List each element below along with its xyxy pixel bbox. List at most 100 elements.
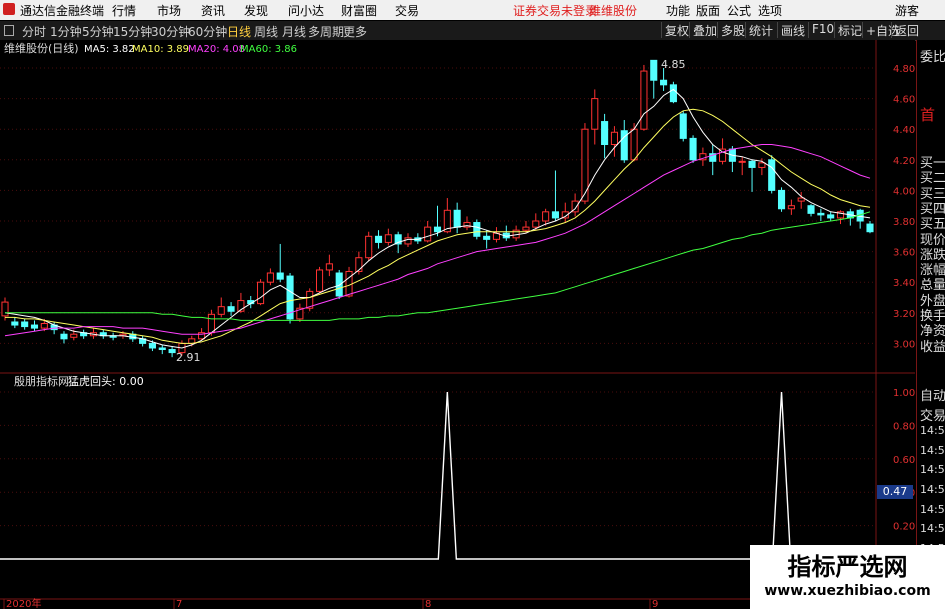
period-tab[interactable]: 多周期 <box>308 23 344 40</box>
candle-body <box>748 160 756 168</box>
candle-body <box>601 121 609 146</box>
side-panel-label: 14:5 <box>920 522 945 536</box>
menu-item[interactable]: 发现 <box>244 2 268 19</box>
title-bar: 通达信金融终端 行情 市场 资讯 发现 问小达 财富圈 交易 证券交易未登录 维维股份 功能… <box>0 0 945 20</box>
login-status[interactable]: 证券交易未登录 <box>513 2 597 19</box>
candle-body <box>453 209 461 228</box>
candle-body <box>768 159 776 191</box>
side-panel-label: 14:5 <box>920 463 945 477</box>
candle-body <box>542 211 550 222</box>
watermark-url: www.xuezhibiao.com <box>764 583 931 599</box>
menu-item[interactable]: 行情 <box>112 2 136 19</box>
period-tab[interactable]: 60分钟 <box>188 23 227 40</box>
candle-body <box>60 333 68 340</box>
candle-body <box>610 131 618 146</box>
date-tick-label: 8 <box>425 599 431 609</box>
candle-body <box>374 235 383 243</box>
watermark-banner: 指标严选网 www.xuezhibiao.com <box>750 545 945 609</box>
price-tick-label: 4.60 <box>893 95 915 106</box>
ma-legend: MA5: 3.82MA10: 3.89MA20: 4.08MA60: 3.86 <box>84 44 297 55</box>
candle-body <box>669 84 677 103</box>
candle-body <box>345 270 353 297</box>
candle-body <box>276 272 284 280</box>
right-menu-item[interactable]: 选项 <box>758 2 782 19</box>
side-panel-label: 14:5 <box>920 483 945 496</box>
toolbar-button[interactable]: 叠加 <box>689 22 720 38</box>
period-tab[interactable]: 15分钟 <box>113 23 152 40</box>
period-tab[interactable]: 日线 <box>227 23 251 40</box>
candle-body <box>473 222 481 237</box>
candle-body <box>866 223 874 233</box>
candle-body <box>424 226 432 242</box>
indicator-tick-label: 0.60 <box>893 455 915 466</box>
candle-body <box>168 349 176 354</box>
period-tab[interactable]: 分时 <box>22 23 46 40</box>
candle-body <box>640 70 648 130</box>
toggle-panel-icon[interactable] <box>4 25 14 36</box>
candle-body <box>827 214 835 219</box>
candle-body <box>738 160 746 163</box>
period-tab[interactable]: 1分钟 <box>50 23 82 40</box>
candle-body <box>522 226 530 231</box>
candle-body <box>40 323 48 329</box>
watermark-title: 指标严选网 <box>787 553 908 581</box>
side-panel-label: 收益 <box>920 339 945 355</box>
toolbar-button[interactable]: 返回 <box>891 22 922 38</box>
price-tick-label: 3.80 <box>893 217 915 228</box>
guest-label[interactable]: 游客 <box>895 2 919 19</box>
indicator-name: 猛虎回头: 0.00 <box>68 375 144 388</box>
ma-legend-item: MA60: 3.86 <box>240 44 297 55</box>
candle-body <box>217 306 225 315</box>
toolbar-button[interactable]: 画线 <box>777 22 808 38</box>
toolbar-button[interactable]: 标记 <box>834 22 865 38</box>
candle-body <box>325 263 333 271</box>
candle-body <box>266 272 274 283</box>
candle-body <box>650 59 658 81</box>
candle-body <box>227 306 235 312</box>
period-tab[interactable]: 更多 <box>343 23 367 40</box>
price-tick-label: 4.00 <box>893 186 915 197</box>
toolbar-button[interactable]: 复权 <box>661 22 692 38</box>
date-tick-label: 2020年 <box>6 597 41 609</box>
indicator-current-value: 0.47 <box>877 485 913 499</box>
right-menu-item[interactable]: 版面 <box>696 2 720 19</box>
date-tick-label: 9 <box>652 599 658 609</box>
candle-body <box>433 226 442 233</box>
stock-name-title[interactable]: 维维股份 <box>589 2 637 19</box>
toolbar-button[interactable]: 多股 <box>717 22 748 38</box>
side-panel-label: 14:5 <box>920 502 945 516</box>
candle-body <box>758 162 766 168</box>
price-tick-label: 3.60 <box>893 248 915 259</box>
menu-item[interactable]: 资讯 <box>201 2 225 19</box>
ma-legend-item: MA5: 3.82 <box>84 44 135 55</box>
candle-body <box>257 281 265 305</box>
period-tab[interactable]: 30分钟 <box>151 23 190 40</box>
side-panel-label: 交易 <box>920 408 945 424</box>
candle-body <box>689 137 697 161</box>
period-toolbar: 分时 1分钟 5分钟 15分钟 30分钟 60分钟 日线 周线 月线 多周期 更多 复权 叠加 多股 统计画… <box>0 21 945 41</box>
price-tick-label: 3.00 <box>893 339 915 350</box>
side-panel-label: 14:5 <box>920 443 945 457</box>
main-chart-header: 维维股份(日线) <box>4 41 79 55</box>
ma-legend-item: MA20: 4.08 <box>188 44 245 55</box>
candle-body <box>148 342 156 349</box>
period-tab[interactable]: 月线 <box>282 23 306 40</box>
candle-body <box>807 205 815 214</box>
right-menu-item[interactable]: 公式 <box>727 2 751 19</box>
candle-body <box>591 98 599 130</box>
candle-body <box>365 235 373 259</box>
right-menu-item[interactable]: 功能 <box>666 2 690 19</box>
side-panel-label: 自动 <box>920 389 945 404</box>
period-tab[interactable]: 周线 <box>254 23 278 40</box>
side-panel-label: 14:5 <box>920 424 945 438</box>
ma-legend-item: MA10: 3.89 <box>132 44 189 55</box>
menu-item[interactable]: 交易 <box>395 2 419 19</box>
candle-body <box>551 211 560 219</box>
menu-item[interactable]: 市场 <box>157 2 181 19</box>
toolbar-button[interactable]: F10 <box>808 22 837 38</box>
toolbar-button[interactable]: 统计 <box>745 22 776 38</box>
candle-body <box>483 235 491 240</box>
period-tab[interactable]: 5分钟 <box>82 23 114 40</box>
menu-item[interactable]: 财富圈 <box>341 2 377 19</box>
menu-item[interactable]: 问小达 <box>288 2 324 19</box>
